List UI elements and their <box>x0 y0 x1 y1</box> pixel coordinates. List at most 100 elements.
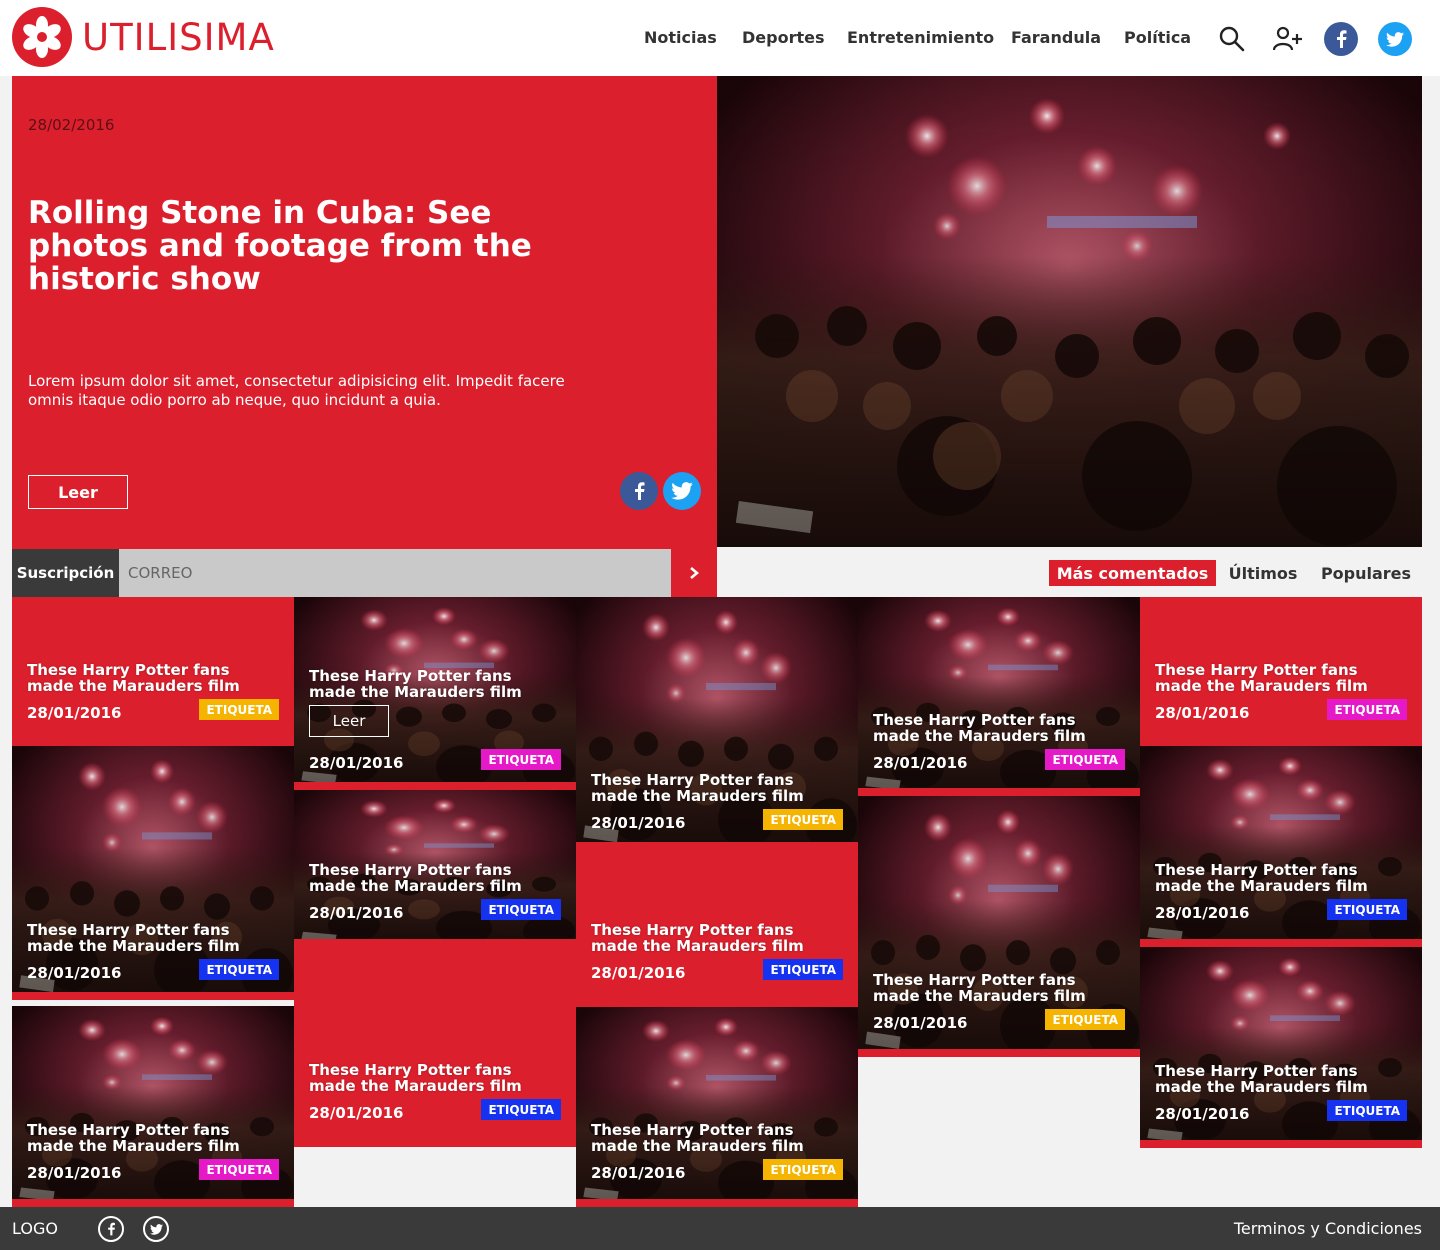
hero-article: 28/02/2016 Rolling Stone in Cuba: See ph… <box>12 76 717 549</box>
card-tag-badge[interactable]: ETIQUETA <box>199 1159 279 1180</box>
card-tag-badge[interactable]: ETIQUETA <box>1327 699 1407 720</box>
hero-description: Lorem ipsum dolor sit amet, consectetur … <box>28 372 565 409</box>
card-title[interactable]: These Harry Potter fans made the Maraude… <box>27 662 279 694</box>
card-date: 28/01/2016 <box>309 1104 404 1122</box>
article-card[interactable]: These Harry Potter fans made the Maraude… <box>294 947 576 1147</box>
card-tag-badge[interactable]: ETIQUETA <box>199 959 279 980</box>
article-card[interactable]: These Harry Potter fans made the Maraude… <box>294 790 576 947</box>
article-card[interactable]: These Harry Potter fans made the Maraude… <box>1140 746 1422 947</box>
card-title[interactable]: These Harry Potter fans made the Maraude… <box>309 1062 561 1094</box>
site-header: UTILISIMA Noticias Deportes Entretenimie… <box>0 0 1440 76</box>
terms-link[interactable]: Terminos y Condiciones <box>1234 1219 1422 1238</box>
hero-concert-photo[interactable] <box>717 76 1422 547</box>
brand-name: UTILISIMA <box>82 15 275 59</box>
card-accent-bar <box>576 1199 858 1207</box>
hero-facebook-share-icon[interactable] <box>620 472 658 510</box>
article-card[interactable]: These Harry Potter fans made the Maraude… <box>858 597 1140 796</box>
tab-populares[interactable]: Populares <box>1316 560 1416 586</box>
card-tag-badge[interactable]: ETIQUETA <box>199 699 279 720</box>
card-read-button[interactable]: Leer <box>309 705 389 737</box>
card-date: 28/01/2016 <box>591 964 686 982</box>
card-tag-badge[interactable]: ETIQUETA <box>481 1099 561 1120</box>
footer-logo[interactable]: LOGO <box>12 1219 58 1238</box>
article-card[interactable]: These Harry Potter fans made the Maraude… <box>12 597 294 746</box>
google-plus-icon[interactable] <box>1271 22 1305 56</box>
email-field[interactable] <box>119 549 671 597</box>
article-card[interactable]: These Harry Potter fans made the Maraude… <box>576 850 858 1007</box>
card-tag-badge[interactable]: ETIQUETA <box>763 1159 843 1180</box>
article-card[interactable]: These Harry Potter fans made the Maraude… <box>294 597 576 790</box>
card-tag-badge[interactable]: ETIQUETA <box>481 749 561 770</box>
site-footer: LOGO Terminos y Condiciones <box>0 1207 1440 1250</box>
article-card[interactable]: These Harry Potter fans made the Maraude… <box>576 1007 858 1207</box>
card-date: 28/01/2016 <box>309 904 404 922</box>
nav-item-politica[interactable]: Política <box>1124 28 1191 47</box>
card-title[interactable]: These Harry Potter fans made the Maraude… <box>1155 862 1407 894</box>
card-title[interactable]: These Harry Potter fans made the Maraude… <box>27 1122 279 1154</box>
card-date: 28/01/2016 <box>1155 904 1250 922</box>
article-card[interactable]: These Harry Potter fans made the Maraude… <box>576 597 858 850</box>
article-card[interactable]: These Harry Potter fans made the Maraude… <box>12 1006 294 1207</box>
hero-title[interactable]: Rolling Stone in Cuba: See photos and fo… <box>28 197 588 296</box>
card-tag-badge[interactable]: ETIQUETA <box>1327 1100 1407 1121</box>
subscribe-submit-button[interactable] <box>671 549 717 597</box>
card-title[interactable]: These Harry Potter fans made the Maraude… <box>1155 1063 1407 1095</box>
card-accent-bar <box>294 939 576 947</box>
nav-item-noticias[interactable]: Noticias <box>644 28 717 47</box>
card-tag-badge[interactable]: ETIQUETA <box>763 959 843 980</box>
nav-item-farandula[interactable]: Farandula <box>1011 28 1101 47</box>
hero-date: 28/02/2016 <box>28 116 115 134</box>
card-accent-bar <box>1140 1140 1422 1148</box>
card-title[interactable]: These Harry Potter fans made the Maraude… <box>591 1122 843 1154</box>
flower-logo-icon <box>12 7 72 67</box>
card-accent-bar <box>858 788 1140 796</box>
tab-mas-comentados[interactable]: Más comentados <box>1049 560 1216 586</box>
card-date: 28/01/2016 <box>27 964 122 982</box>
card-title[interactable]: These Harry Potter fans made the Maraude… <box>591 922 843 954</box>
card-date: 28/01/2016 <box>873 754 968 772</box>
article-card[interactable]: These Harry Potter fans made the Maraude… <box>858 796 1140 1057</box>
card-tag-badge[interactable]: ETIQUETA <box>1045 1009 1125 1030</box>
card-accent-bar <box>12 1199 294 1207</box>
card-date: 28/01/2016 <box>1155 704 1250 722</box>
subscription-label: Suscripción <box>12 549 119 597</box>
article-card[interactable]: These Harry Potter fans made the Maraude… <box>1140 947 1422 1148</box>
tab-ultimos[interactable]: Últimos <box>1222 560 1304 586</box>
card-tag-badge[interactable]: ETIQUETA <box>481 899 561 920</box>
hero-read-button[interactable]: Leer <box>28 475 128 509</box>
card-accent-bar <box>1140 939 1422 947</box>
card-title[interactable]: These Harry Potter fans made the Maraude… <box>309 668 561 700</box>
search-icon[interactable] <box>1215 22 1249 56</box>
card-title[interactable]: These Harry Potter fans made the Maraude… <box>591 772 843 804</box>
facebook-icon[interactable] <box>98 1216 124 1242</box>
card-tag-badge[interactable]: ETIQUETA <box>763 809 843 830</box>
twitter-icon[interactable] <box>143 1216 169 1242</box>
card-date: 28/01/2016 <box>591 1164 686 1182</box>
card-tag-badge[interactable]: ETIQUETA <box>1327 899 1407 920</box>
card-date: 28/01/2016 <box>309 754 404 772</box>
card-date: 28/01/2016 <box>591 814 686 832</box>
card-accent-bar <box>576 842 858 850</box>
card-title[interactable]: These Harry Potter fans made the Maraude… <box>873 972 1125 1004</box>
article-card[interactable]: These Harry Potter fans made the Maraude… <box>12 746 294 1000</box>
chevron-right-icon <box>690 567 699 579</box>
hero-twitter-share-icon[interactable] <box>663 472 701 510</box>
article-card[interactable]: These Harry Potter fans made the Maraude… <box>1140 597 1422 746</box>
card-accent-bar <box>12 992 294 1000</box>
card-date: 28/01/2016 <box>1155 1105 1250 1123</box>
card-date: 28/01/2016 <box>873 1014 968 1032</box>
card-accent-bar <box>858 1049 1140 1057</box>
nav-item-deportes[interactable]: Deportes <box>742 28 825 47</box>
nav-item-entretenimiento[interactable]: Entretenimiento <box>847 28 994 47</box>
card-date: 28/01/2016 <box>27 704 122 722</box>
card-title[interactable]: These Harry Potter fans made the Maraude… <box>873 712 1125 744</box>
facebook-icon[interactable] <box>1324 22 1358 56</box>
twitter-icon[interactable] <box>1378 22 1412 56</box>
card-tag-badge[interactable]: ETIQUETA <box>1045 749 1125 770</box>
card-title[interactable]: These Harry Potter fans made the Maraude… <box>27 922 279 954</box>
card-accent-bar <box>294 782 576 790</box>
card-date: 28/01/2016 <box>27 1164 122 1182</box>
card-title[interactable]: These Harry Potter fans made the Maraude… <box>1155 662 1407 694</box>
card-title[interactable]: These Harry Potter fans made the Maraude… <box>309 862 561 894</box>
site-logo[interactable]: UTILISIMA <box>12 7 275 67</box>
